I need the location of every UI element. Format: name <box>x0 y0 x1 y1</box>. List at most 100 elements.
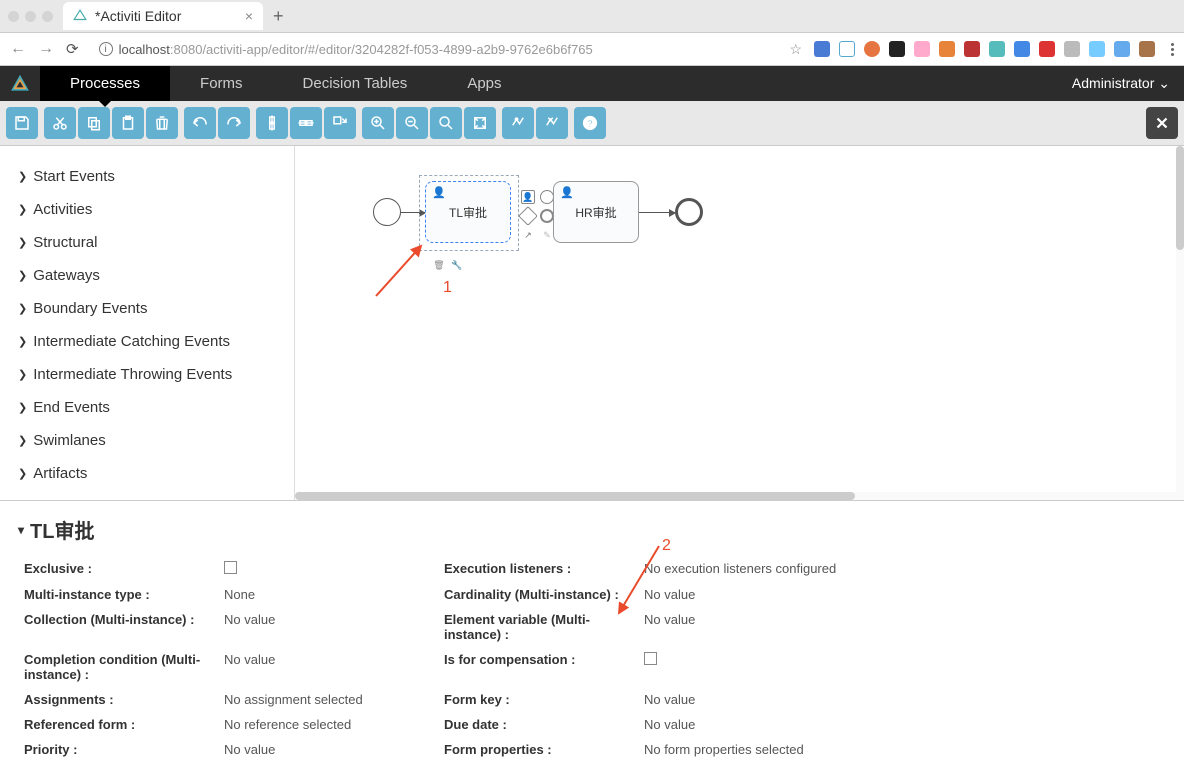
start-event-node[interactable] <box>373 198 401 226</box>
align-horizontal-button[interactable] <box>290 107 322 139</box>
vertical-scrollbar[interactable] <box>1176 146 1184 492</box>
checkbox-icon[interactable] <box>224 561 237 574</box>
ext-icon[interactable] <box>914 41 930 57</box>
palette-group-swimlanes[interactable]: Swimlanes <box>10 424 284 457</box>
quick-arrow-icon[interactable]: ↗ <box>521 228 535 242</box>
sequence-flow[interactable] <box>639 212 675 213</box>
back-button[interactable]: ← <box>10 40 26 58</box>
prop-label: Multi-instance type : <box>24 582 224 607</box>
palette-group-intermediate-catching[interactable]: Intermediate Catching Events <box>10 325 284 358</box>
star-icon[interactable]: ☆ <box>789 41 802 58</box>
prop-value-compensation[interactable] <box>644 647 904 687</box>
prop-label: Exclusive : <box>24 556 224 582</box>
help-button[interactable]: ? <box>574 107 606 139</box>
copy-button[interactable] <box>78 107 110 139</box>
avatar-icon[interactable] <box>1139 41 1155 57</box>
tab-apps[interactable]: Apps <box>437 66 531 101</box>
horizontal-scrollbar[interactable] <box>295 492 1184 500</box>
prop-value-assignments[interactable]: No assignment selected <box>224 687 444 712</box>
zoom-fit-button[interactable] <box>464 107 496 139</box>
prop-value[interactable]: No value <box>224 647 444 687</box>
reload-button[interactable]: ⟳ <box>66 40 79 58</box>
site-info-icon[interactable]: i <box>99 42 113 56</box>
paste-button[interactable] <box>112 107 144 139</box>
palette-group-gateways[interactable]: Gateways <box>10 259 284 292</box>
quick-wrench-icon[interactable]: 🔧 <box>450 258 464 272</box>
ext-icon[interactable] <box>1014 41 1030 57</box>
remove-bendpoint-button[interactable] <box>536 107 568 139</box>
prop-value[interactable]: No value <box>644 582 904 607</box>
quick-gateway-icon[interactable] <box>518 206 538 226</box>
browser-tab[interactable]: *Activiti Editor × <box>63 2 263 30</box>
close-tab-icon[interactable]: × <box>245 8 253 24</box>
zoom-in-button[interactable] <box>362 107 394 139</box>
ext-icon[interactable] <box>1089 41 1105 57</box>
align-vertical-button[interactable] <box>256 107 288 139</box>
zoom-out-button[interactable] <box>396 107 428 139</box>
close-editor-button[interactable] <box>1146 107 1178 139</box>
palette-group-structural[interactable]: Structural <box>10 226 284 259</box>
bpmn-canvas[interactable]: 👤 TL审批 👤 ✕ ➔ ↗ ✎ 🗑 🔧 👤 <box>295 146 1184 500</box>
same-size-button[interactable] <box>324 107 356 139</box>
user-menu[interactable]: Administrator ⌄ <box>1058 75 1184 92</box>
palette-group-end-events[interactable]: End Events <box>10 391 284 424</box>
redo-button[interactable] <box>218 107 250 139</box>
prop-value[interactable]: No value <box>644 687 904 712</box>
ext-icon[interactable] <box>839 41 855 57</box>
checkbox-icon[interactable] <box>644 652 657 665</box>
zoom-reset-button[interactable] <box>430 107 462 139</box>
kebab-menu-icon[interactable] <box>1171 43 1174 56</box>
editor-toolbar: ? <box>0 101 1184 146</box>
palette-group-start-events[interactable]: Start Events <box>10 160 284 193</box>
end-event-node[interactable] <box>675 198 703 226</box>
prop-value[interactable]: No reference selected <box>224 712 444 737</box>
properties-title[interactable]: TL审批 <box>0 509 1184 550</box>
save-button[interactable] <box>6 107 38 139</box>
ext-icon[interactable] <box>964 41 980 57</box>
prop-value[interactable]: No value <box>644 607 904 647</box>
quick-end-icon[interactable] <box>540 209 554 223</box>
browser-tab-bar: *Activiti Editor × + <box>0 0 1184 33</box>
prop-value[interactable]: No value <box>224 737 444 762</box>
prop-label: Priority : <box>24 737 224 762</box>
quick-event-icon[interactable] <box>540 190 554 204</box>
ext-icon[interactable] <box>939 41 955 57</box>
palette-group-boundary-events[interactable]: Boundary Events <box>10 292 284 325</box>
address-bar[interactable]: i localhost:8080/activiti-app/editor/#/e… <box>91 38 778 61</box>
prop-label: Due date : <box>444 712 644 737</box>
user-task-hr[interactable]: 👤 HR审批 <box>553 181 639 243</box>
user-task-tl[interactable]: 👤 TL审批 <box>425 181 511 243</box>
app-header: Processes Forms Decision Tables Apps Adm… <box>0 66 1184 101</box>
prop-value[interactable]: No value <box>224 607 444 647</box>
ext-icon[interactable] <box>989 41 1005 57</box>
ext-icon[interactable] <box>864 41 880 57</box>
undo-button[interactable] <box>184 107 216 139</box>
cut-button[interactable] <box>44 107 76 139</box>
palette-group-activities[interactable]: Activities <box>10 193 284 226</box>
quick-edit-icon[interactable]: ✎ <box>540 228 554 242</box>
ext-icon[interactable] <box>814 41 830 57</box>
user-icon: 👤 <box>560 186 574 199</box>
tab-decision-tables[interactable]: Decision Tables <box>273 66 438 101</box>
ext-icon[interactable] <box>1114 41 1130 57</box>
prop-value[interactable]: No form properties selected <box>644 737 904 762</box>
add-bendpoint-button[interactable] <box>502 107 534 139</box>
ext-icon[interactable] <box>1064 41 1080 57</box>
prop-value[interactable]: None <box>224 582 444 607</box>
delete-button[interactable] <box>146 107 178 139</box>
tab-forms[interactable]: Forms <box>170 66 273 101</box>
prop-value-exclusive[interactable] <box>224 556 444 582</box>
ext-icon[interactable] <box>889 41 905 57</box>
prop-value[interactable]: No execution listeners configured <box>644 556 904 582</box>
palette-group-artifacts[interactable]: Artifacts <box>10 457 284 490</box>
ext-icon[interactable] <box>1039 41 1055 57</box>
app-logo[interactable] <box>0 74 40 94</box>
prop-value[interactable]: No value <box>644 712 904 737</box>
new-tab-icon[interactable]: + <box>273 6 284 27</box>
forward-button[interactable]: → <box>38 40 54 58</box>
palette-group-intermediate-throwing[interactable]: Intermediate Throwing Events <box>10 358 284 391</box>
quick-trash-icon[interactable]: 🗑 <box>432 258 446 272</box>
tab-processes[interactable]: Processes <box>40 66 170 101</box>
activiti-icon <box>73 9 87 23</box>
quick-user-task-icon[interactable]: 👤 <box>521 190 535 204</box>
